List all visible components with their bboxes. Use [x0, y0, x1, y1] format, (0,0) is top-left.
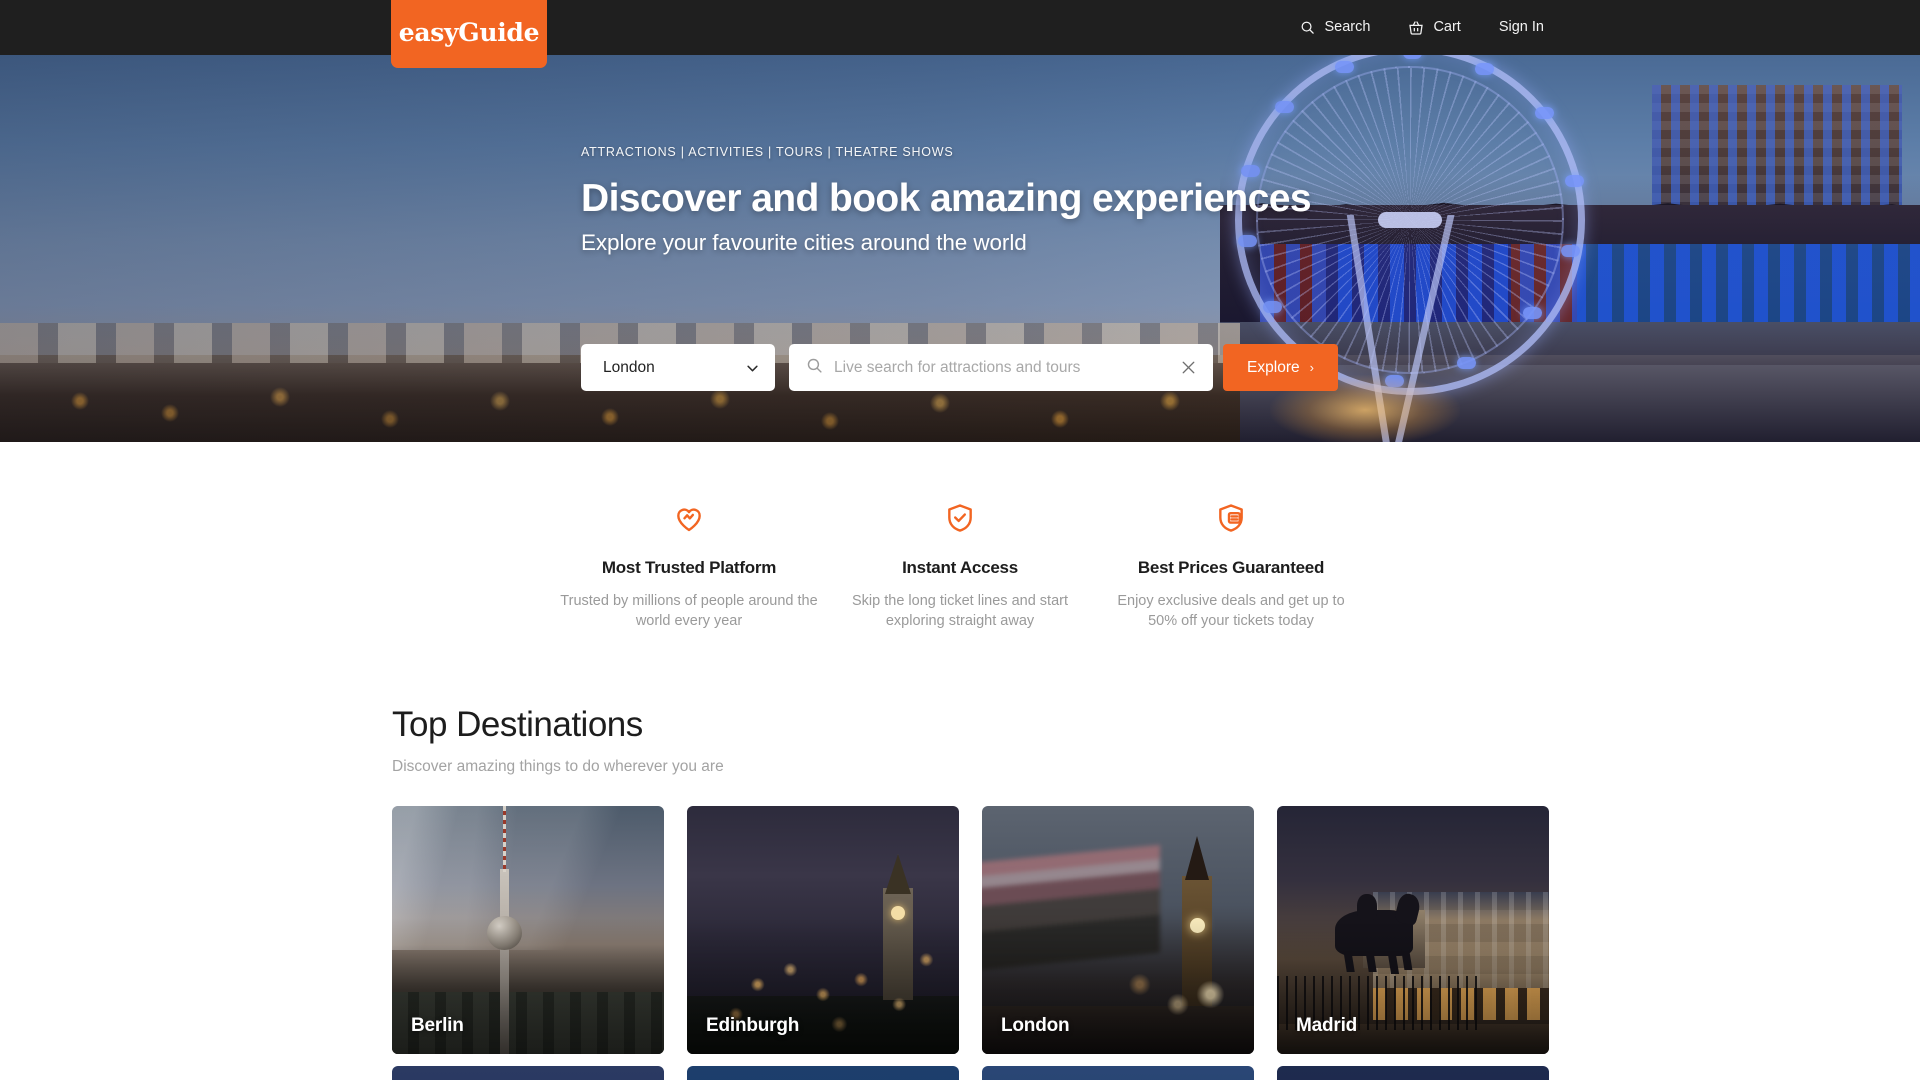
- destination-card-london[interactable]: London: [982, 806, 1254, 1054]
- hero-eyebrow: ATTRACTIONS | ACTIVITIES | TOURS | THEAT…: [581, 145, 954, 159]
- feature-title: Most Trusted Platform: [601, 558, 777, 577]
- section-subtitle: Discover amazing things to do wherever y…: [392, 758, 724, 775]
- shield-ticket-icon: [1215, 498, 1247, 538]
- nav-item-cart[interactable]: Cart: [1408, 19, 1461, 36]
- heart-check-icon: [673, 498, 705, 538]
- destination-card-grid: Berlin Edinburgh London Madrid: [392, 806, 1549, 1054]
- close-icon[interactable]: [1179, 358, 1198, 377]
- destination-card-edinburgh[interactable]: Edinburgh: [687, 806, 959, 1054]
- card-label: Edinburgh: [706, 1015, 800, 1036]
- hero-content: ATTRACTIONS | ACTIVITIES | TOURS | THEAT…: [581, 145, 1312, 256]
- feature-highlights: Most Trusted Platform Trusted by million…: [0, 498, 1920, 632]
- nav-label-sign-in: Sign In: [1498, 19, 1544, 36]
- search-input[interactable]: [834, 358, 1168, 377]
- feature-description: Trusted by millions of people around the…: [560, 593, 818, 630]
- card-label: Madrid: [1296, 1015, 1358, 1036]
- nav-label-search: Search: [1324, 19, 1371, 36]
- section-title: Top Destinations: [392, 705, 643, 744]
- destination-card-next-2[interactable]: [687, 1066, 959, 1080]
- basket-icon: [1408, 20, 1424, 36]
- feature-description: Enjoy exclusive deals and get up to 50% …: [1117, 593, 1345, 630]
- logo-text: easyGuide: [398, 18, 540, 47]
- feature-most-trusted-platform: Most Trusted Platform Trusted by million…: [560, 498, 818, 632]
- card-label: London: [1001, 1015, 1070, 1036]
- chevron-right-icon: ›: [1309, 360, 1314, 375]
- nav-item-search[interactable]: Search: [1300, 20, 1370, 35]
- page-root: Search Cart Sign In easyGuide ATTRACTION…: [0, 0, 1920, 1080]
- explore-button-label: Explore: [1247, 358, 1300, 376]
- chevron-down-icon: [747, 359, 758, 377]
- feature-instant-access: Instant Access Skip the long ticket line…: [831, 498, 1089, 632]
- destination-card-madrid[interactable]: Madrid: [1277, 806, 1549, 1054]
- hero-subtitle: Explore your favourite cities around the…: [581, 229, 1027, 255]
- feature-title: Instant Access: [902, 558, 1018, 577]
- feature-description: Skip the long ticket lines and start exp…: [851, 593, 1068, 630]
- search-icon: [806, 357, 823, 379]
- card-label: Berlin: [411, 1015, 464, 1036]
- search-icon: [1300, 20, 1315, 35]
- hero-title: Discover and book amazing experiences: [581, 177, 1312, 220]
- top-destinations-header: Top Destinations Discover amazing things…: [392, 705, 1532, 776]
- header-nav: Search Cart Sign In: [1300, 0, 1920, 55]
- destination-card-next-4[interactable]: [1277, 1066, 1549, 1080]
- destination-card-grid-row2: [392, 1066, 1549, 1080]
- site-logo[interactable]: easyGuide: [391, 0, 547, 68]
- hero-search-bar: London Live search for attractions and t…: [581, 344, 1338, 391]
- city-select[interactable]: London: [581, 344, 775, 391]
- feature-best-prices-guaranteed: Best Prices Guaranteed Enjoy exclusive d…: [1102, 498, 1360, 632]
- nav-label-cart: Cart: [1433, 19, 1461, 36]
- shield-check-icon: [944, 498, 976, 538]
- destination-card-next-1[interactable]: [392, 1066, 664, 1080]
- explore-button[interactable]: Explore ›: [1223, 344, 1338, 391]
- search-field-wrapper: [789, 344, 1213, 391]
- feature-title: Best Prices Guaranteed: [1137, 558, 1325, 577]
- site-header: Search Cart Sign In: [0, 0, 1920, 55]
- nav-item-sign-in[interactable]: Sign In: [1499, 20, 1544, 35]
- city-select-value: London: [603, 358, 655, 376]
- hero-banner: ATTRACTIONS | ACTIVITIES | TOURS | THEAT…: [0, 55, 1920, 442]
- destination-card-berlin[interactable]: Berlin: [392, 806, 664, 1054]
- destination-card-next-3[interactable]: [982, 1066, 1254, 1080]
